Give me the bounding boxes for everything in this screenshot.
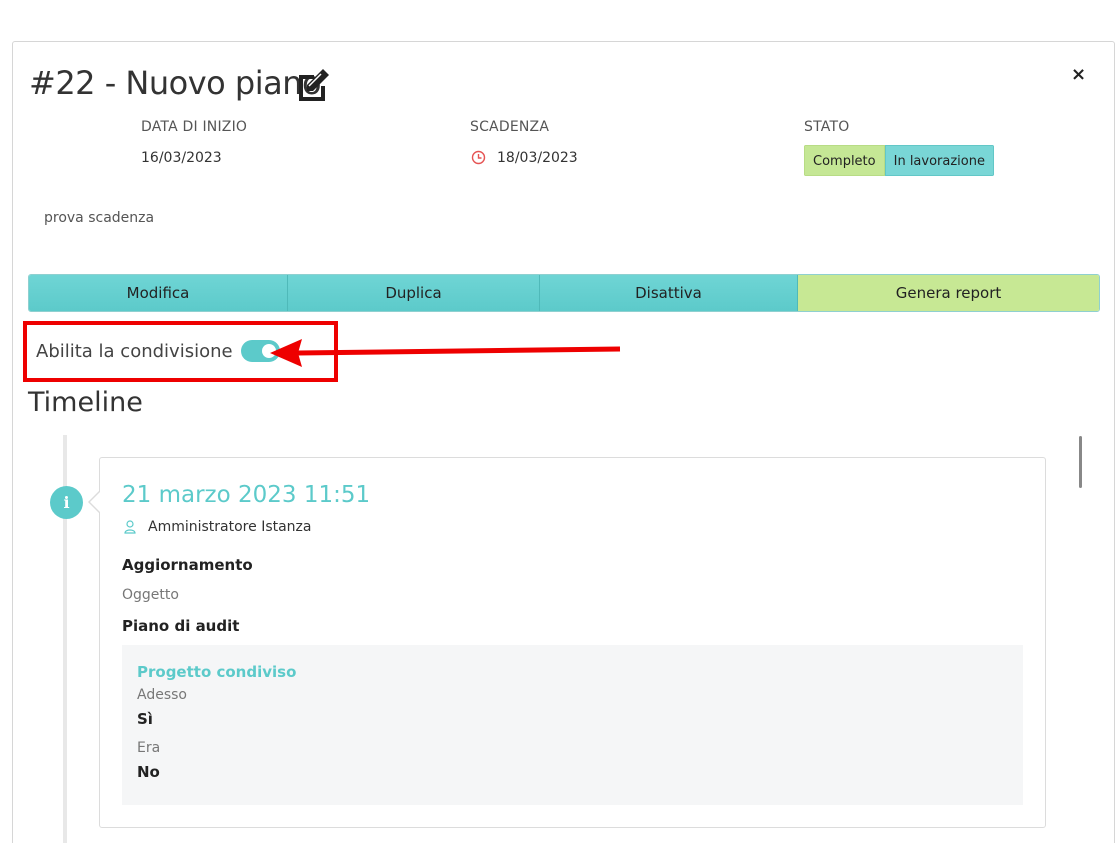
edit-button[interactable]: Modifica: [29, 275, 288, 311]
start-date-label: DATA DI INIZIO: [141, 119, 248, 135]
page-title: #22 - Nuovo piano: [29, 64, 322, 102]
old-value-label: Era: [137, 740, 161, 756]
change-details: Progetto condiviso Adesso Sì Era No: [122, 645, 1023, 805]
new-value: Sì: [137, 710, 153, 728]
action-bar: Modifica Duplica Disattiva Genera report: [28, 274, 1100, 312]
info-icon: i: [50, 486, 83, 519]
user-icon: [124, 520, 136, 534]
entry-object-value: Piano di audit: [122, 617, 240, 635]
duplicate-button[interactable]: Duplica: [288, 275, 540, 311]
card-pointer-fill: [90, 491, 101, 513]
timeline-heading: Timeline: [28, 387, 143, 418]
entry-user: Amministratore Istanza: [148, 519, 312, 535]
entry-type: Aggiornamento: [122, 556, 253, 574]
deactivate-button[interactable]: Disattiva: [540, 275, 798, 311]
status-badges: Completo In lavorazione: [804, 145, 994, 176]
status-badge-complete: Completo: [804, 145, 885, 176]
close-icon[interactable]: ×: [1071, 64, 1086, 85]
deadline-value: 18/03/2023: [497, 150, 578, 166]
new-value-label: Adesso: [137, 687, 187, 703]
start-date-value: 16/03/2023: [141, 150, 222, 166]
annotation-arrow-icon: [270, 339, 621, 367]
entry-object-label: Oggetto: [122, 587, 179, 603]
plan-description: prova scadenza: [44, 210, 155, 226]
generate-report-button[interactable]: Genera report: [798, 275, 1099, 311]
status-label: STATO: [804, 119, 850, 135]
old-value: No: [137, 763, 160, 781]
status-badge-in-progress: In lavorazione: [884, 145, 994, 176]
edit-icon[interactable]: [295, 67, 331, 101]
timeline-entry: 21 marzo 2023 11:51 Amministratore Istan…: [99, 457, 1046, 828]
plan-modal: #22 - Nuovo piano × DATA DI INIZIO 16/03…: [12, 41, 1115, 843]
timeline-scrollbar[interactable]: [1079, 436, 1082, 488]
changed-field: Progetto condiviso: [137, 663, 297, 681]
entry-date: 21 marzo 2023 11:51: [122, 482, 371, 508]
deadline-label: SCADENZA: [470, 119, 550, 135]
clock-icon: [471, 150, 486, 165]
